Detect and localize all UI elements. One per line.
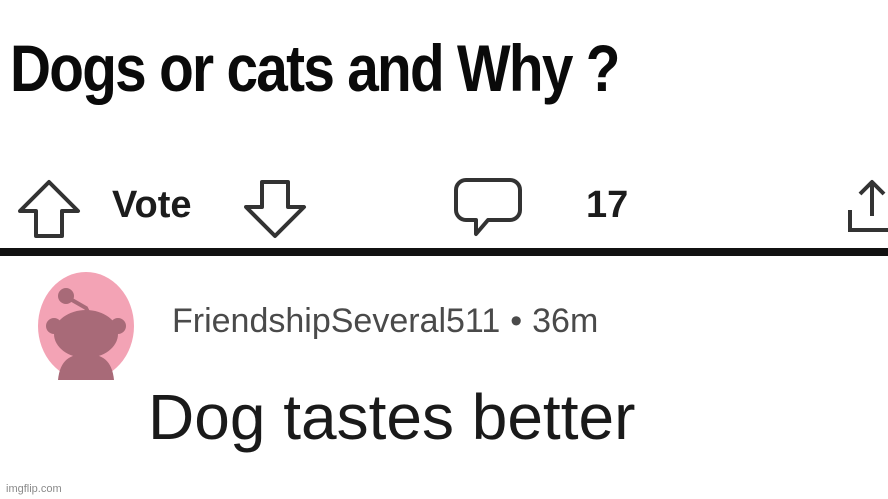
meta-separator: • bbox=[510, 302, 523, 340]
comment-meta: FriendshipSeveral511 • 36m bbox=[172, 302, 598, 341]
post-action-bar: Vote 17 bbox=[0, 168, 888, 244]
downvote-icon[interactable] bbox=[240, 178, 310, 240]
reddit-snoo-avatar-icon[interactable] bbox=[36, 268, 136, 388]
watermark: imgflip.com bbox=[6, 483, 62, 495]
comment-icon[interactable] bbox=[452, 174, 524, 240]
panel-divider bbox=[0, 248, 888, 256]
comment-count[interactable]: 17 bbox=[586, 184, 628, 227]
vote-label: Vote bbox=[112, 184, 192, 226]
post-panel: Dogs or cats and Why ? Vote 17 bbox=[0, 0, 888, 248]
comment-timestamp: 36m bbox=[532, 302, 599, 340]
post-title[interactable]: Dogs or cats and Why ? bbox=[10, 30, 620, 106]
upvote-icon[interactable] bbox=[14, 178, 84, 240]
comment-body: Dog tastes better bbox=[148, 381, 636, 453]
comment-username[interactable]: FriendshipSeveral511 bbox=[172, 302, 500, 340]
comment-panel: FriendshipSeveral511 • 36m Dog tastes bett… bbox=[0, 256, 888, 499]
share-icon[interactable] bbox=[842, 176, 888, 238]
